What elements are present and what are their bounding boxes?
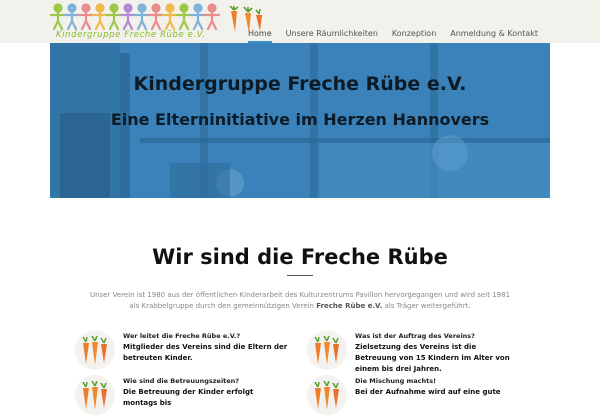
title-divider [287,275,313,276]
nav-item-anmeldung-kontakt[interactable]: Anmeldung & Kontakt [443,29,545,38]
feature-question: Wer leitet die Freche Rübe e.V.? [123,332,241,340]
intro-text-bold: Freche Rübe e.V. [316,302,383,310]
carrots-icon [307,330,347,370]
hero-subtitle: Eine Elterninitiative im Herzen Hannover… [110,110,490,129]
feature-answer: Bei der Aufnahme wird auf eine gute [355,388,501,396]
nav-item-home[interactable]: Home [241,29,279,43]
logo-text: Kindergruppe Freche Rübe e.V. [56,30,206,40]
feature-answer: Die Betreuung der Kinder erfolgt montags… [123,388,254,407]
carrots-icon [75,375,115,415]
carrots-icon [307,375,347,415]
site-logo[interactable]: Kindergruppe Freche Rübe e.V. [50,2,265,42]
nav-item-konzeption[interactable]: Konzeption [385,29,443,38]
feature-question: Was ist der Auftrag des Vereins? [355,332,475,340]
hero-banner: Kindergruppe Freche Rübe e.V. Eine Elter… [50,43,550,198]
feature-answer: Zielsetzung des Vereins ist die Betreuun… [355,343,510,373]
intro-text: Unser Verein ist 1980 aus der öffentlich… [88,290,512,312]
feature-answer: Mitglieder des Vereins sind die Eltern d… [123,343,288,362]
children-figures-icon [50,3,221,30]
feature-question: Die Mischung machts! [355,377,437,385]
carrots-icon [75,330,115,370]
intro-text-after: als Träger weitergeführt. [382,302,471,310]
feature-question: Wie sind die Betreuungszeiten? [123,377,240,385]
section-title: Wir sind die Freche Rübe [152,245,448,269]
main-nav: Home Unsere Räumlichkeiten Konzeption An… [241,29,545,43]
nav-item-raeumlichkeiten[interactable]: Unsere Räumlichkeiten [279,29,385,38]
site-header: Kindergruppe Freche Rübe e.V. Home Unser… [0,0,600,43]
hero-title: Kindergruppe Freche Rübe e.V. [133,73,467,95]
